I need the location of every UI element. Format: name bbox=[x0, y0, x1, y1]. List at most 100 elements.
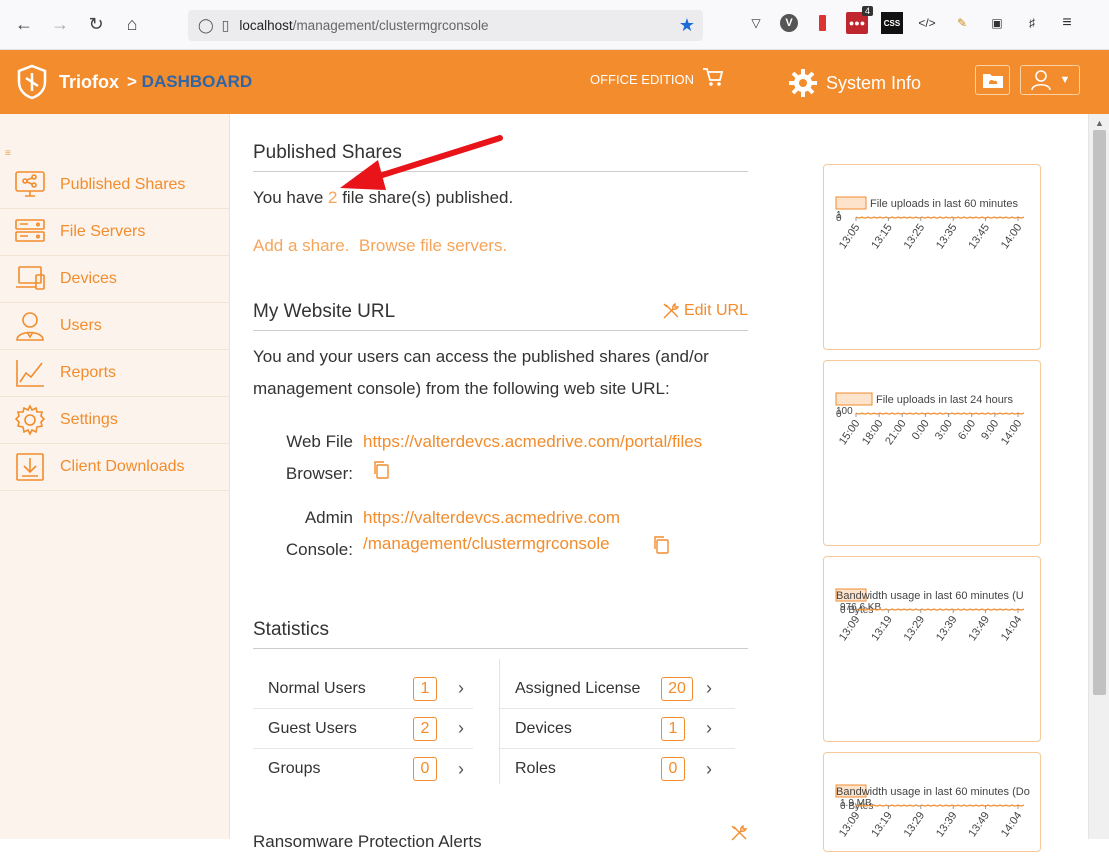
x-tick-label: 13:19 bbox=[869, 614, 895, 643]
chart-card-uploads-60min[interactable]: File uploads in last 60 minutes 0 1 13:05 13… bbox=[823, 164, 1041, 350]
x-tick-label: 14:04 bbox=[999, 810, 1025, 839]
extensions-puzzle-icon[interactable]: ♯ bbox=[1021, 12, 1043, 34]
chevron-right-icon[interactable]: › bbox=[706, 759, 712, 780]
browse-file-servers-link[interactable]: Browse file servers. bbox=[359, 236, 507, 255]
brand-name[interactable]: Triofox bbox=[59, 72, 119, 93]
extension-badge-icon[interactable]: ●●● 4 bbox=[846, 6, 873, 34]
add-share-link[interactable]: Add a share. bbox=[253, 236, 349, 255]
home-icon[interactable]: ⌂ bbox=[114, 9, 150, 41]
edition-label[interactable]: OFFICE EDITION bbox=[590, 72, 694, 87]
x-tick-label: 13:05 bbox=[837, 222, 863, 251]
sidebar-item-label: Devices bbox=[60, 270, 117, 287]
css-extension-icon[interactable]: CSS bbox=[881, 12, 903, 34]
devices-icon bbox=[13, 262, 47, 296]
uploads-60min-chart: File uploads in last 60 minutes0113:05 13… bbox=[835, 196, 1024, 251]
brush-icon[interactable]: ✎ bbox=[951, 12, 973, 34]
x-tick-label: 13:49 bbox=[966, 810, 992, 839]
sidebar-item-devices[interactable]: Devices bbox=[0, 256, 229, 303]
tools-icon[interactable] bbox=[730, 824, 748, 842]
address-bar[interactable]: ◯ ▯ localhost/management/clustermgrconsol… bbox=[188, 10, 703, 41]
x-tick-label: 13:09 bbox=[837, 810, 863, 839]
stat-guest-users[interactable]: Guest Users 2 › bbox=[253, 709, 473, 749]
edit-url-button[interactable]: Edit URL bbox=[662, 302, 748, 320]
published-actions: Add a share. Browse file servers. bbox=[253, 230, 507, 262]
x-tick-label: 13:29 bbox=[902, 614, 928, 643]
breadcrumb-separator: > bbox=[127, 72, 137, 91]
system-info-button[interactable]: System Info bbox=[788, 68, 921, 98]
code-icon[interactable]: </> bbox=[916, 12, 938, 34]
extension-badge-count: 4 bbox=[861, 6, 873, 16]
user-menu-button[interactable]: ▼ bbox=[1020, 65, 1080, 95]
stat-roles[interactable]: Roles 0 › bbox=[500, 749, 735, 789]
web-file-browser-row: Web File Browser: https://valterdevcs.ac… bbox=[253, 426, 748, 496]
url-path: /management/clustermgrconsole bbox=[292, 18, 489, 33]
copy-icon[interactable] bbox=[372, 460, 390, 480]
gear-icon bbox=[13, 403, 47, 437]
stat-groups[interactable]: Groups 0 › bbox=[253, 749, 473, 789]
stat-devices[interactable]: Devices 1 › bbox=[500, 709, 735, 749]
chevron-right-icon[interactable]: › bbox=[458, 718, 464, 739]
sidebar-item-published-shares[interactable]: Published Shares bbox=[0, 162, 229, 209]
chart-card-bandwidth-download[interactable]: Bandwidth usage in last 60 minutes (Do 0 … bbox=[823, 752, 1041, 852]
x-tick-label: 14:00 bbox=[999, 418, 1025, 447]
sidebar-item-label: Reports bbox=[60, 364, 117, 381]
cart-icon[interactable] bbox=[702, 66, 724, 88]
extension-v-icon[interactable]: V bbox=[780, 14, 798, 32]
folder-icon bbox=[982, 74, 1003, 88]
copy-icon[interactable] bbox=[652, 535, 670, 555]
folder-button[interactable] bbox=[975, 65, 1010, 95]
sidebar-toggle-icon[interactable]: ≡ bbox=[5, 148, 11, 159]
ransomware-heading: Ransomware Protection Alerts bbox=[253, 832, 482, 851]
menu-icon[interactable]: ≡ bbox=[1056, 12, 1078, 34]
stat-assigned-license[interactable]: Assigned License 20 › bbox=[500, 669, 735, 709]
user-icon bbox=[13, 309, 47, 343]
series-line bbox=[855, 804, 1025, 807]
chart-card-bandwidth-upload[interactable]: Bandwidth usage in last 60 minutes (U 0 B… bbox=[823, 556, 1041, 742]
sidebar-item-label: Published Shares bbox=[60, 176, 186, 193]
screenshot-icon[interactable]: ▣ bbox=[986, 12, 1008, 34]
sidebar-item-client-downloads[interactable]: Client Downloads bbox=[0, 444, 229, 491]
triofox-logo-icon[interactable] bbox=[16, 64, 48, 100]
page-scrollbar[interactable]: ▲ bbox=[1088, 114, 1109, 839]
sidebar-item-users[interactable]: Users bbox=[0, 303, 229, 350]
extension-red-bar-icon[interactable] bbox=[811, 12, 833, 34]
bandwidth-upload-chart: Bandwidth usage in last 60 minutes (U0 B… bbox=[835, 588, 1024, 643]
stat-value: 1 bbox=[661, 716, 685, 741]
web-file-browser-url[interactable]: https://valterdevcs.acmedrive.com/portal… bbox=[363, 426, 702, 458]
download-icon bbox=[13, 450, 47, 484]
web-file-label-2: Browser: bbox=[285, 464, 353, 483]
edit-url-label: Edit URL bbox=[683, 302, 748, 319]
pocket-icon[interactable]: ▽ bbox=[745, 12, 767, 34]
bookmark-star-icon[interactable]: ★ bbox=[679, 15, 695, 36]
reload-icon[interactable]: ↻ bbox=[78, 9, 114, 41]
admin-console-url-2[interactable]: /management/clustermgrconsole bbox=[363, 528, 610, 560]
website-desc-line2: management console) from the following w… bbox=[253, 379, 670, 398]
sidebar-item-label: File Servers bbox=[60, 223, 146, 240]
y-tick-label: 976.6 KB bbox=[840, 602, 881, 613]
chevron-right-icon[interactable]: › bbox=[458, 678, 464, 699]
statistics-panel: Normal Users 1 › Guest Users 2 › Groups … bbox=[253, 659, 748, 789]
sidebar-item-settings[interactable]: Settings bbox=[0, 397, 229, 444]
chevron-right-icon[interactable]: › bbox=[706, 718, 712, 739]
sidebar-item-label: Client Downloads bbox=[60, 458, 185, 475]
statistics-divider bbox=[499, 659, 500, 784]
admin-label-2: Console: bbox=[285, 540, 353, 559]
page-icon: ▯ bbox=[221, 17, 230, 33]
scrollbar-thumb[interactable] bbox=[1093, 130, 1106, 695]
admin-label-1: Admin bbox=[304, 508, 353, 527]
x-tick-label: 6:00 bbox=[956, 418, 978, 442]
sidebar-item-reports[interactable]: Reports bbox=[0, 350, 229, 397]
scroll-up-icon[interactable]: ▲ bbox=[1095, 118, 1104, 128]
x-tick-label: 13:39 bbox=[934, 614, 960, 643]
chevron-right-icon[interactable]: › bbox=[706, 678, 712, 699]
x-tick-label: 13:19 bbox=[869, 810, 895, 839]
shield-icon[interactable]: ◯ bbox=[198, 17, 214, 34]
stat-normal-users[interactable]: Normal Users 1 › bbox=[253, 669, 473, 709]
sidebar-item-file-servers[interactable]: File Servers bbox=[0, 209, 229, 256]
back-icon[interactable]: ← bbox=[6, 9, 42, 41]
x-tick-label: 13:29 bbox=[902, 810, 928, 839]
breadcrumb-current[interactable]: DASHBOARD bbox=[142, 72, 253, 91]
chevron-right-icon[interactable]: › bbox=[458, 759, 464, 780]
forward-icon[interactable]: → bbox=[42, 9, 78, 41]
chart-card-uploads-24h[interactable]: File uploads in last 24 hours 0 100 15:00 18… bbox=[823, 360, 1041, 546]
